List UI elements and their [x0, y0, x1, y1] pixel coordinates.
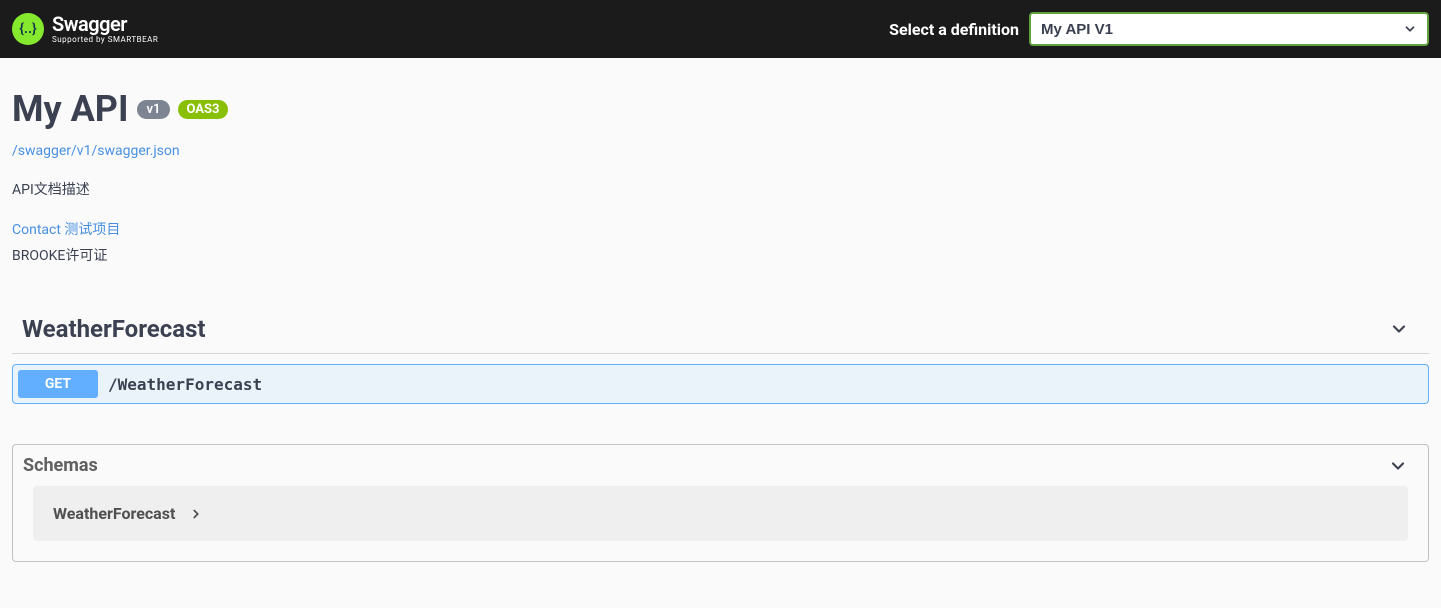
- api-description: API文档描述: [12, 179, 1429, 199]
- schemas-title: Schemas: [23, 455, 98, 476]
- brand-title: Swagger: [52, 14, 158, 34]
- schemas-section: Schemas WeatherForecast: [12, 444, 1429, 562]
- topbar-brand: {..} Swagger Supported by SMARTBEAR: [12, 13, 158, 45]
- api-title-row: My API v1 OAS3: [12, 88, 1429, 130]
- select-definition-label: Select a definition: [889, 20, 1019, 39]
- schemas-body: WeatherForecast: [13, 486, 1428, 561]
- operation-summary: GET /WeatherForecast: [13, 365, 1428, 403]
- api-info: My API v1 OAS3 /swagger/v1/swagger.json …: [12, 88, 1429, 265]
- tag-header[interactable]: WeatherForecast: [12, 305, 1429, 354]
- schemas-header[interactable]: Schemas: [13, 445, 1428, 486]
- license-text: BROOKE许可证: [12, 245, 1429, 265]
- main-container: My API v1 OAS3 /swagger/v1/swagger.json …: [0, 58, 1441, 582]
- schema-item[interactable]: WeatherForecast: [33, 486, 1408, 541]
- topbar: {..} Swagger Supported by SMARTBEAR Sele…: [0, 0, 1441, 58]
- swagger-logo-icon: {..}: [12, 13, 44, 45]
- tag-name: WeatherForecast: [22, 315, 206, 343]
- tag-section: WeatherForecast GET /WeatherForecast: [12, 305, 1429, 404]
- swagger-brand-text: Swagger Supported by SMARTBEAR: [52, 14, 158, 44]
- definition-select-wrapper: My API V1: [1029, 12, 1429, 46]
- chevron-down-icon: [1389, 319, 1409, 339]
- version-badge: v1: [137, 100, 171, 119]
- operation-block[interactable]: GET /WeatherForecast: [12, 364, 1429, 404]
- schema-name: WeatherForecast: [53, 504, 175, 523]
- spec-url-link[interactable]: /swagger/v1/swagger.json: [12, 143, 180, 159]
- http-method-badge: GET: [18, 370, 98, 398]
- contact-link[interactable]: Contact 测试项目: [12, 219, 120, 239]
- chevron-right-icon: [189, 507, 203, 521]
- brand-subtitle: Supported by SMARTBEAR: [52, 36, 158, 44]
- topbar-right: Select a definition My API V1: [889, 12, 1429, 46]
- api-title: My API: [12, 88, 129, 130]
- oas-badge: OAS3: [178, 100, 227, 119]
- definition-select[interactable]: My API V1: [1029, 12, 1429, 46]
- chevron-down-icon: [1388, 456, 1408, 476]
- operation-path: /WeatherForecast: [108, 375, 262, 394]
